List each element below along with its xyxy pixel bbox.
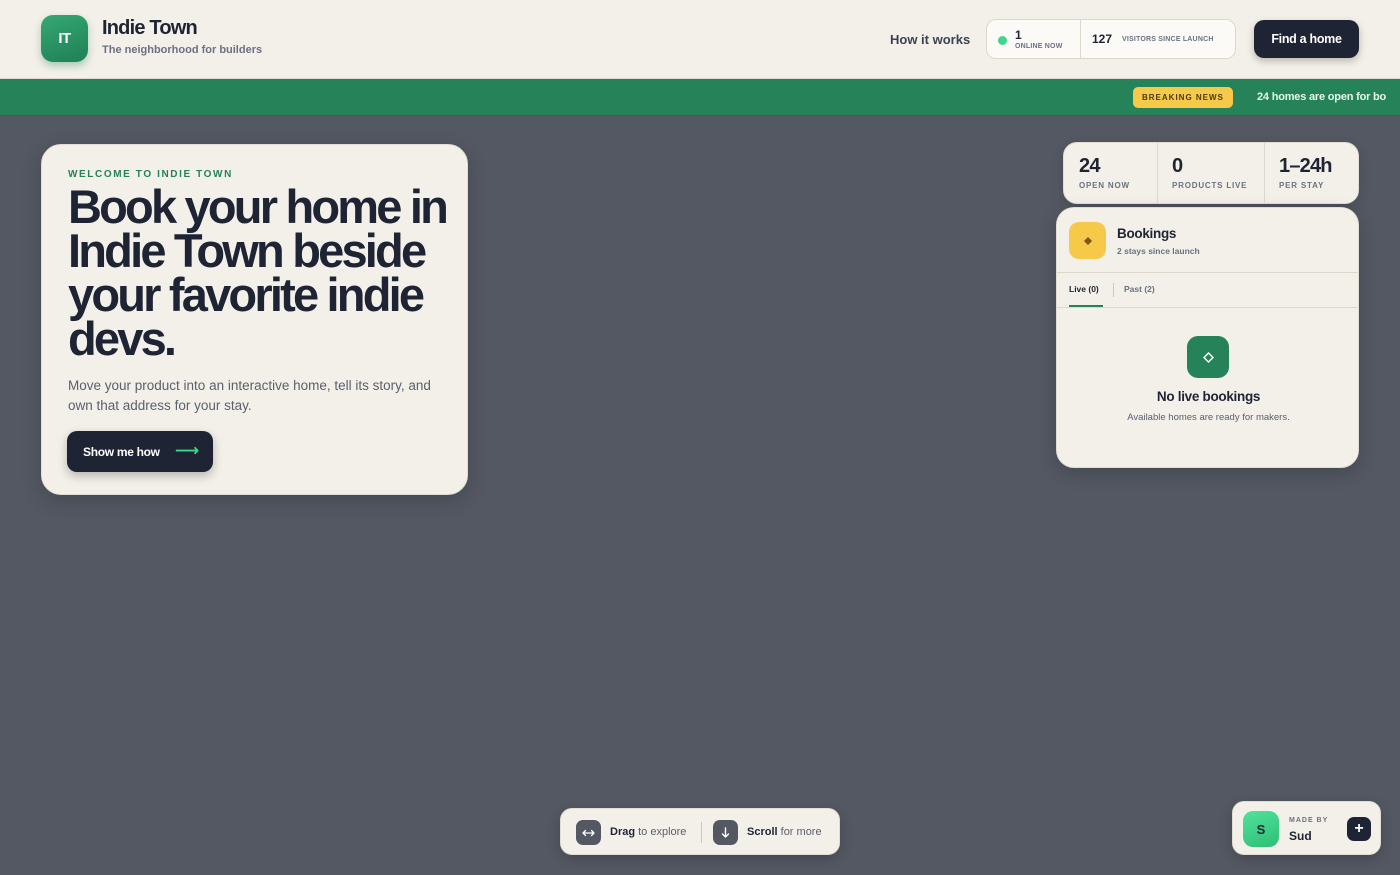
empty-state-subtitle: Available homes are ready for makers. xyxy=(1127,412,1290,423)
stat-value: 24 xyxy=(1079,155,1100,177)
scroll-hint-text: for more xyxy=(777,826,822,838)
online-status-icon xyxy=(998,36,1007,45)
plus-icon[interactable]: + xyxy=(1347,817,1371,841)
drag-hint-text: to explore xyxy=(635,826,687,838)
presence-stats: 1 ONLINE NOW 127 VISITORS SINCE LAUNCH xyxy=(986,19,1236,59)
scroll-hint: Scroll for more xyxy=(747,826,822,838)
divider xyxy=(1057,272,1358,273)
tab-live[interactable]: Live (0) xyxy=(1069,284,1099,294)
visitors-count: 127 xyxy=(1092,32,1113,46)
top-header: IT Indie Town The neighborhood for build… xyxy=(0,0,1400,79)
scroll-hint-key: Scroll xyxy=(747,826,778,838)
maker-name: Sud xyxy=(1289,829,1312,843)
visitors-label: VISITORS SINCE LAUNCH xyxy=(1122,36,1214,43)
tab-past[interactable]: Past (2) xyxy=(1124,284,1155,294)
bookings-panel: Bookings 2 stays since launch Live (0) P… xyxy=(1056,207,1359,468)
stat-divider xyxy=(1080,20,1081,58)
stat-label: PER STAY xyxy=(1279,181,1325,190)
welcome-eyebrow: WELCOME TO INDIE TOWN xyxy=(68,169,233,180)
hero-headline: Book your home in Indie Town beside your… xyxy=(68,180,449,365)
breaking-news-badge: BREAKING NEWS xyxy=(1133,87,1233,108)
show-me-how-label: Show me how xyxy=(83,444,160,459)
how-it-works-link[interactable]: How it works xyxy=(890,32,970,47)
stat-value: 0 xyxy=(1172,155,1183,177)
avatar: S xyxy=(1243,811,1279,847)
online-count: 1 xyxy=(1015,28,1022,42)
diamond-icon xyxy=(1069,222,1106,259)
controls-hint-bar: Drag to explore Scroll for more xyxy=(560,808,840,855)
tab-divider xyxy=(1113,283,1114,297)
drag-horizontal-icon xyxy=(576,820,601,845)
brand-name: Indie Town xyxy=(102,17,198,39)
town-stats-card: 24 OPEN NOW 0 PRODUCTS LIVE 1–24h PER ST… xyxy=(1063,142,1359,204)
stat-label: OPEN NOW xyxy=(1079,181,1130,190)
stat-products-live: 0 PRODUCTS LIVE xyxy=(1157,143,1264,203)
diamond-outline-icon xyxy=(1187,336,1229,378)
arrow-right-icon: ⟶ xyxy=(174,441,199,460)
stat-value: 1–24h xyxy=(1279,155,1333,177)
bookings-title: Bookings xyxy=(1117,226,1177,241)
ticker-message: 24 homes are open for bo xyxy=(1257,91,1387,103)
welcome-card: WELCOME TO INDIE TOWN Book your home in … xyxy=(41,144,468,495)
show-me-how-button[interactable]: Show me how ⟶ xyxy=(67,431,213,472)
arrow-down-icon xyxy=(713,820,738,845)
empty-state-title: No live bookings xyxy=(1156,389,1261,404)
brand-tagline: The neighborhood for builders xyxy=(102,44,263,56)
bookings-subtitle: 2 stays since launch xyxy=(1117,246,1200,256)
hero-description: Move your product into an interactive ho… xyxy=(68,378,431,413)
logo[interactable]: IT xyxy=(41,15,88,62)
news-ticker: BREAKING NEWS 24 homes are open for bo xyxy=(0,79,1400,116)
stat-per-stay: 1–24h PER STAY xyxy=(1264,143,1358,203)
find-a-home-button[interactable]: Find a home xyxy=(1254,20,1359,58)
divider xyxy=(1057,307,1358,308)
hint-divider xyxy=(701,822,702,843)
drag-hint-key: Drag xyxy=(610,826,636,838)
made-by-label: MADE BY xyxy=(1289,817,1329,824)
stat-open-now: 24 OPEN NOW xyxy=(1064,143,1157,203)
online-label: ONLINE NOW xyxy=(1015,43,1063,50)
drag-hint: Drag to explore xyxy=(610,826,686,838)
stat-label: PRODUCTS LIVE xyxy=(1172,181,1248,190)
made-by-card[interactable]: S MADE BY Sud + xyxy=(1232,801,1381,855)
